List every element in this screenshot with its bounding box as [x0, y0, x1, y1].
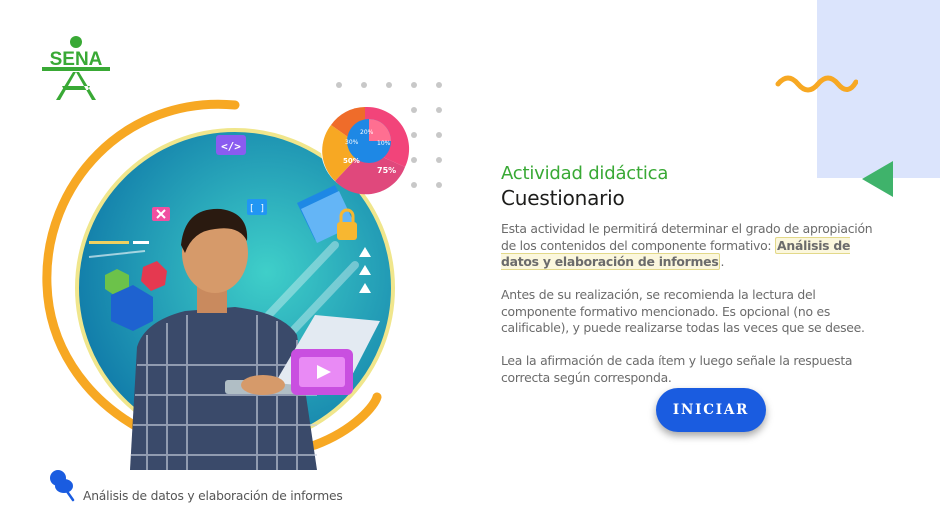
pie-label-30: 30% [345, 139, 359, 146]
description-end: . [720, 254, 725, 269]
wave-decoration [775, 75, 858, 93]
recommendation-text: Antes de su realización, se recomienda l… [501, 287, 865, 335]
code-icon: </> [221, 140, 241, 153]
start-button[interactable]: INICIAR [656, 388, 766, 432]
pie-label-20: 20% [360, 129, 374, 136]
instructions-text: Lea la afirmación de cada ítem y luego s… [501, 353, 853, 385]
activity-title: Cuestionario [501, 186, 625, 210]
pie-label-10: 10% [377, 140, 391, 147]
pie-label-50: 50% [343, 157, 360, 165]
green-triangle-decoration [862, 161, 893, 197]
activity-subtitle: Actividad didáctica [501, 163, 669, 184]
logo-text: SENA [50, 49, 103, 70]
footer-component-name: Análisis de datos y elaboración de infor… [83, 489, 343, 503]
student-illustration: </> [ ] 75% 50% 30% 20% 10% [42, 99, 410, 470]
pie-label-75: 75% [377, 166, 396, 175]
activity-description: Esta actividad le permitirá determinar e… [501, 221, 891, 271]
bracket-icon: [ ] [249, 204, 265, 214]
pushpin-icon [50, 470, 75, 502]
